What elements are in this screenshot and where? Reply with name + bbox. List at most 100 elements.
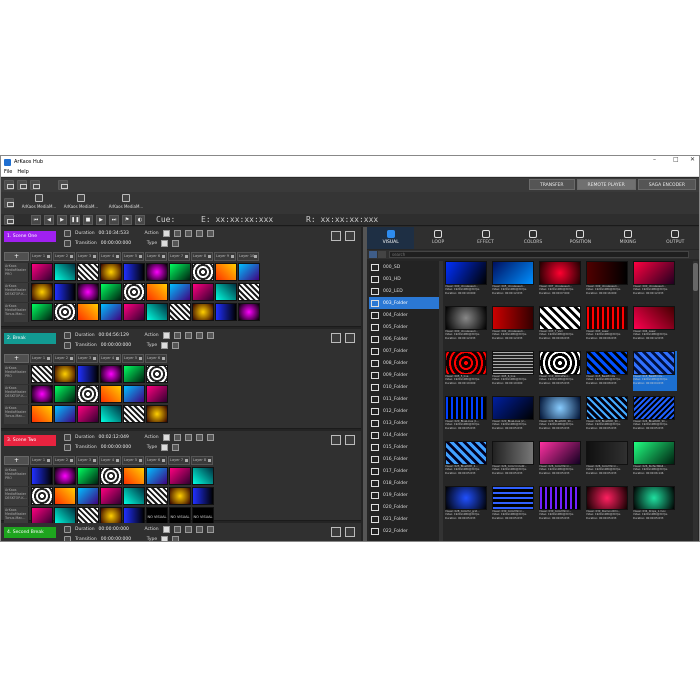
clip-thumbnail[interactable] [123, 303, 145, 321]
scene-cue[interactable]: 4. Second Break Duration 00:00:00:000 Ac… [1, 523, 361, 541]
action-play-icon[interactable] [162, 526, 170, 533]
clip-thumbnail[interactable] [31, 487, 53, 505]
layer-tab[interactable]: Layer 4 [99, 252, 121, 261]
clip-thumbnail[interactable] [31, 303, 53, 321]
monitor-icon[interactable] [4, 180, 14, 190]
transition-value[interactable]: 00:00:00:000 [101, 537, 143, 541]
action-next-icon[interactable] [195, 434, 203, 441]
cue-marker-icon[interactable]: ⚑ [122, 215, 132, 225]
clip-thumbnail[interactable] [123, 365, 145, 383]
folder-item[interactable]: 000_SD [369, 261, 439, 273]
clip-thumbnail[interactable] [77, 303, 99, 321]
pause-icon[interactable]: ❚❚ [70, 215, 80, 225]
clip-thumbnail[interactable] [77, 405, 99, 423]
skip-forward-icon[interactable]: ⏭ [109, 215, 119, 225]
list-view-icon[interactable] [369, 251, 377, 258]
tab-effect[interactable]: EFFECT [462, 227, 509, 249]
menu-file[interactable]: File [4, 169, 12, 175]
moon-icon[interactable]: ◐ [135, 215, 145, 225]
folder-item[interactable]: 007_Folder [369, 345, 439, 357]
visual-tile[interactable]: Visual: 003_7_Vari Video: 1920x1080@30 f… [539, 306, 583, 346]
layer-tab[interactable]: Layer 7 [168, 252, 190, 261]
tab-remote-player[interactable]: REMOTE PLAYER [576, 179, 636, 190]
action-play-icon[interactable] [162, 434, 170, 441]
type-cut-icon[interactable] [161, 342, 169, 349]
clip-thumbnail[interactable] [31, 283, 53, 301]
duration-value[interactable]: 00:02:12:049 [99, 435, 141, 440]
layer-tab[interactable]: Layer 2 [53, 252, 75, 261]
tab-loop[interactable]: LOOP [414, 227, 461, 249]
layer-tab[interactable]: Layer 6 [145, 354, 167, 363]
clip-thumbnail[interactable] [146, 303, 168, 321]
folder-scrollbar[interactable] [439, 261, 443, 541]
visual-tile[interactable]: Visual: 005_Unreleased... Video: 1920x10… [492, 261, 536, 301]
scene-name[interactable]: 3. Scene Two [4, 435, 56, 446]
output-device[interactable]: ArKaos MediaM... [108, 194, 144, 209]
clip-thumbnail[interactable] [215, 303, 237, 321]
clip-thumbnail[interactable] [31, 263, 53, 281]
layer-tab[interactable]: Layer 5 [122, 354, 144, 363]
clip-thumbnail[interactable] [100, 405, 122, 423]
visual-tile[interactable]: Visual: 003_Laser Video: 1920x1080@30 fp… [586, 306, 630, 346]
clip-thumbnail[interactable] [54, 487, 76, 505]
visual-tile[interactable]: Visual: 015_BeatPrints... Video: 1920x10… [633, 351, 677, 391]
clip-thumbnail[interactable] [192, 283, 214, 301]
clip-thumbnail[interactable] [100, 365, 122, 383]
action-play-icon[interactable] [162, 230, 170, 237]
clip-thumbnail[interactable] [31, 467, 53, 485]
layer-tab[interactable]: Layer 4 [99, 354, 121, 363]
visual-tile[interactable]: Visual: 030_DiamondChi... Video: 1920x10… [586, 486, 630, 526]
visual-tile[interactable]: Visual: 010_CIRCLEsol... Video: 1920x108… [539, 351, 583, 391]
layer-tab[interactable]: Layer 7 [168, 456, 190, 465]
folder-item[interactable]: 021_Folder [369, 513, 439, 525]
clip-thumbnail[interactable] [146, 467, 168, 485]
folder-item[interactable]: 014_Folder [369, 429, 439, 441]
clip-thumbnail[interactable] [215, 263, 237, 281]
visual-tile[interactable]: Visual: 030_ColorMirror... Video: 1920x1… [539, 486, 583, 526]
preview-icon[interactable] [345, 435, 355, 445]
clip-thumbnail[interactable] [77, 487, 99, 505]
action-pause-icon[interactable] [173, 526, 181, 533]
clip-thumbnail[interactable] [31, 365, 53, 383]
clip-thumbnail[interactable] [123, 283, 145, 301]
folder-item[interactable]: 006_Folder [369, 333, 439, 345]
folder-item[interactable]: 003_Folder [369, 297, 439, 309]
duration-value[interactable]: 00:04:56:129 [99, 333, 141, 338]
clip-thumbnail[interactable] [54, 365, 76, 383]
clip-thumbnail[interactable] [238, 263, 260, 281]
layer-tab[interactable]: Layer 5 [122, 456, 144, 465]
clip-thumbnail[interactable] [77, 283, 99, 301]
clip-thumbnail[interactable] [146, 283, 168, 301]
tab-transfer[interactable]: TRANSFER [528, 179, 575, 190]
layer-tab[interactable]: Layer 5 [122, 252, 144, 261]
clip-thumbnail[interactable] [238, 303, 260, 321]
folder-item[interactable]: 015_Folder [369, 441, 439, 453]
scene-name[interactable]: 4. Second Break [4, 527, 56, 538]
clip-thumbnail[interactable] [31, 385, 53, 403]
copy-icon[interactable] [58, 180, 68, 190]
folder-item[interactable]: 001_HD [369, 273, 439, 285]
maximize-button[interactable]: □ [673, 156, 679, 163]
layer-tab[interactable]: Layer 10 [237, 252, 259, 261]
tab-output[interactable]: OUTPUT [652, 227, 699, 249]
transition-value[interactable]: 00:00:00:000 [101, 445, 143, 450]
menu-help[interactable]: Help [17, 169, 28, 175]
forward-icon[interactable]: ▶ [96, 215, 106, 225]
add-layer-button[interactable]: + [4, 354, 29, 363]
clip-thumbnail[interactable] [100, 385, 122, 403]
visual-tile[interactable]: Visual: 024_BlueWith_Sh... Video: 1920x1… [633, 396, 677, 436]
scene-name[interactable]: 2. Break [4, 333, 56, 344]
folder-item[interactable]: 018_Folder [369, 477, 439, 489]
clip-thumbnail[interactable] [146, 385, 168, 403]
clip-thumbnail[interactable] [123, 467, 145, 485]
clip-thumbnail[interactable] [123, 385, 145, 403]
clip-thumbnail[interactable] [54, 303, 76, 321]
clip-thumbnail[interactable] [77, 365, 99, 383]
visual-tile[interactable]: Visual: 009_Unreleased... Video: 1920x10… [586, 261, 630, 301]
layer-tab[interactable]: Layer 2 [53, 354, 75, 363]
folder-item[interactable]: 016_Folder [369, 453, 439, 465]
screen-icon[interactable] [4, 215, 14, 225]
type-fade-icon[interactable] [172, 240, 180, 247]
visual-tile[interactable]: Visual: 004_Laser Video: 1920x1080@30 fp… [633, 306, 677, 346]
skip-back-icon[interactable]: ⏮ [31, 215, 41, 225]
